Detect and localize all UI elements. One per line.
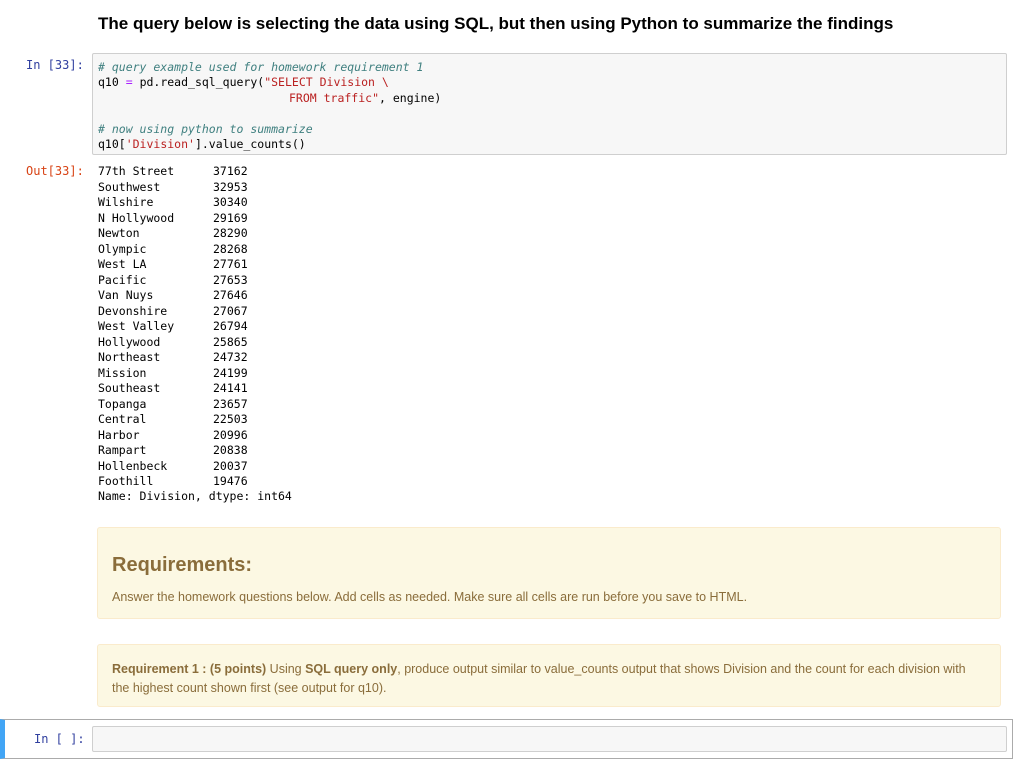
division-count: 20037 xyxy=(213,458,248,473)
division-count: 20996 xyxy=(213,427,248,442)
division-count: 24732 xyxy=(213,350,248,364)
requirement1-text: Requirement 1 : (5 points) Using SQL que… xyxy=(112,660,986,698)
division-count: 32953 xyxy=(213,179,248,194)
division-label: N Hollywood xyxy=(98,210,175,225)
selected-empty-cell[interactable]: In [ ]: xyxy=(0,719,1013,759)
division-label: Southeast xyxy=(98,381,161,395)
requirements-title: Requirements: xyxy=(112,554,253,576)
division-label: 77th Street xyxy=(98,164,175,178)
code-comment: # query example used for homework requir… xyxy=(98,60,424,74)
requirements-text: Answer the homework questions below. Add… xyxy=(112,590,748,604)
division-count: 29169 xyxy=(213,210,248,225)
division-label: Rampart xyxy=(98,443,147,457)
division-label: Foothill xyxy=(98,474,154,488)
division-count: 22503 xyxy=(213,412,248,426)
division-count: 19476 xyxy=(213,474,248,488)
division-label: Van Nuys xyxy=(98,288,154,302)
division-label: Hollenbeck xyxy=(98,458,168,473)
code-line-1: # query example used for homework requir… xyxy=(98,60,423,74)
division-label: Wilshire xyxy=(98,195,154,209)
code-string: FROM traffic" xyxy=(289,91,380,105)
code-string: 'Division' xyxy=(125,137,195,151)
division-label: West Valley xyxy=(98,319,175,333)
code-text: , engine) xyxy=(379,91,442,105)
requirement1-label: Requirement 1 : (5 points) xyxy=(112,662,267,676)
code-line-6: q10['Division'].value_counts() xyxy=(98,137,306,151)
empty-cell-prompt: In [ ]: xyxy=(34,732,85,746)
division-label: Newton xyxy=(98,226,140,240)
code-operator: = xyxy=(125,75,133,89)
division-label: Pacific xyxy=(98,272,147,287)
division-label: Northeast xyxy=(98,350,161,364)
code-line-2: q10 = pd.read_sql_query("SELECT Division… xyxy=(98,75,389,89)
division-count: 25865 xyxy=(213,334,248,349)
requirement1-emphasis: SQL query only xyxy=(305,662,398,676)
division-count: 26794 xyxy=(213,319,248,333)
division-count: 24141 xyxy=(213,381,248,395)
division-label: Central xyxy=(98,412,147,426)
empty-code-input[interactable] xyxy=(92,726,1007,752)
division-count: 27761 xyxy=(213,257,248,271)
requirement1-text-a: Using xyxy=(266,662,306,676)
requirement1-alert: Requirement 1 : (5 points) Using SQL que… xyxy=(97,644,1001,707)
division-label: Southwest xyxy=(98,179,161,194)
code-line-3: FROM traffic", engine) xyxy=(289,91,441,105)
division-count: 28290 xyxy=(213,226,248,240)
code-text: q10 xyxy=(98,75,126,89)
requirements-alert: Requirements: Answer the homework questi… xyxy=(97,527,1001,619)
division-count: 27646 xyxy=(213,288,248,302)
division-count: 24199 xyxy=(213,365,248,380)
code-text: q10[ xyxy=(98,137,126,151)
division-label: Topanga xyxy=(98,396,147,411)
code-text: ].value_counts() xyxy=(194,137,306,151)
division-label: Hollywood xyxy=(98,334,161,349)
markdown-heading: The query below is selecting the data us… xyxy=(98,14,894,33)
division-count: 28268 xyxy=(213,241,248,256)
code-comment: # now using python to summarize xyxy=(98,122,313,136)
output-prompt: Out[33]: xyxy=(26,164,84,178)
code-text: pd.read_sql_query( xyxy=(132,75,265,89)
code-string: "SELECT Division \ xyxy=(264,75,389,89)
code-line-5: # now using python to summarize xyxy=(98,122,313,136)
division-label: Mission xyxy=(98,365,147,380)
division-label: Devonshire xyxy=(98,303,168,318)
division-count: 27653 xyxy=(213,272,248,287)
division-count: 23657 xyxy=(213,396,248,411)
input-prompt: In [33]: xyxy=(26,58,84,72)
division-label: Harbor xyxy=(98,427,140,442)
division-count: 20838 xyxy=(213,443,248,457)
division-label: Olympic xyxy=(98,241,147,256)
division-label: West LA xyxy=(98,257,147,271)
division-count: 30340 xyxy=(213,195,248,209)
division-count: 37162 xyxy=(213,164,248,178)
code-cell-input[interactable]: # query example used for homework requir… xyxy=(92,53,1007,155)
output-footer: Name: Division, dtype: int64 xyxy=(98,489,292,503)
division-count: 27067 xyxy=(213,303,248,318)
